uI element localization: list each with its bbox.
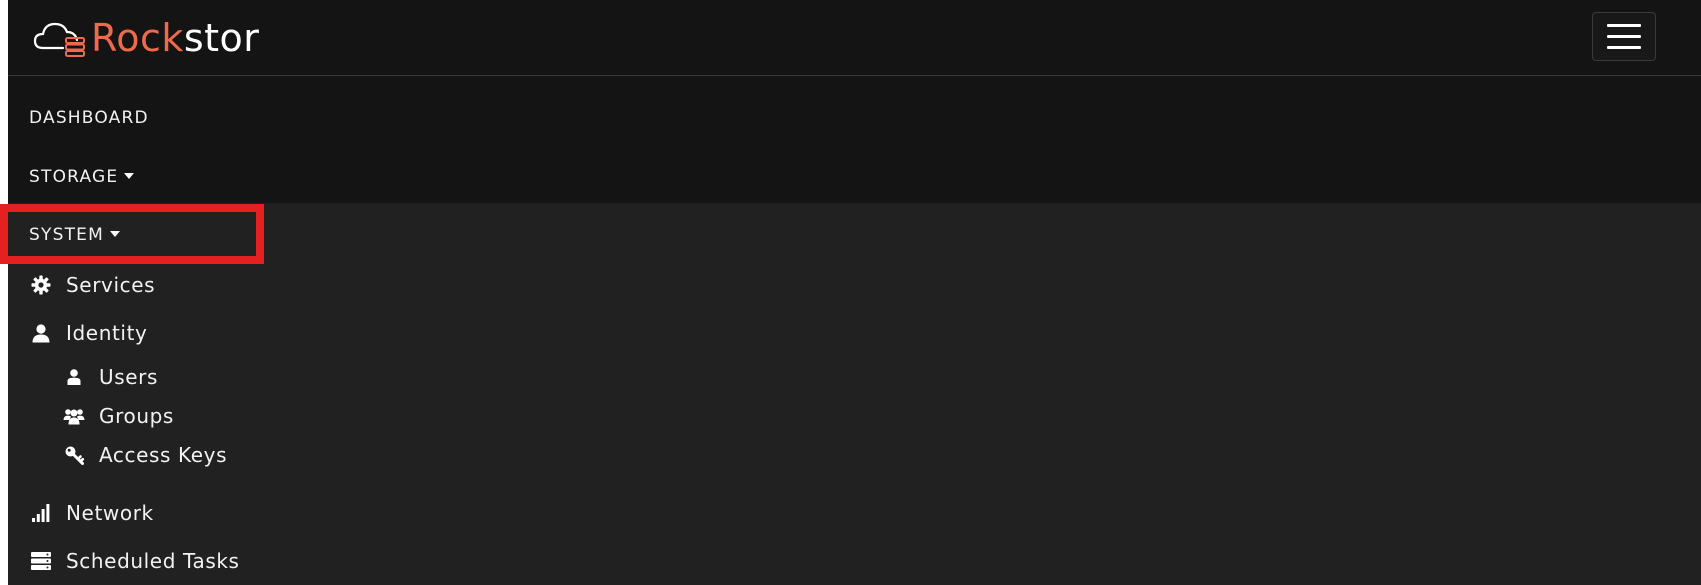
menu-item-network[interactable]: Network bbox=[30, 501, 154, 525]
menu-item-network-label: Network bbox=[66, 501, 154, 525]
brand-name-part2: stor bbox=[183, 16, 260, 60]
top-navbar: Rockstor bbox=[8, 0, 1701, 76]
hamburger-menu-icon bbox=[1607, 35, 1641, 38]
menu-item-access-keys[interactable]: Access Keys bbox=[63, 443, 227, 467]
nav-dashboard-link[interactable]: DASHBOARD bbox=[29, 108, 149, 128]
nav-system-dropdown-toggle[interactable]: SYSTEM bbox=[29, 225, 120, 245]
menu-item-identity-label: Identity bbox=[66, 321, 148, 345]
brand-logo-link[interactable]: Rockstor bbox=[33, 18, 259, 58]
user-icon bbox=[30, 322, 52, 344]
signal-bars-icon bbox=[30, 502, 52, 524]
app-frame: Rockstor DASHBOARD STORAGE SYSTEM Servic… bbox=[0, 0, 1701, 585]
menu-item-groups-label: Groups bbox=[99, 404, 174, 428]
navbar-toggle-button[interactable] bbox=[1592, 12, 1656, 61]
brand-name: Rockstor bbox=[91, 19, 259, 57]
caret-down-icon bbox=[109, 230, 120, 237]
cloud-server-logo-icon bbox=[33, 22, 85, 57]
menu-item-services[interactable]: Services bbox=[30, 273, 155, 297]
caret-down-icon bbox=[124, 172, 135, 179]
key-icon bbox=[63, 444, 85, 466]
brand-name-part1: Rock bbox=[91, 16, 184, 60]
user-icon bbox=[63, 366, 85, 388]
menu-item-users-label: Users bbox=[99, 365, 159, 389]
nav-dashboard-label: DASHBOARD bbox=[29, 108, 149, 128]
hamburger-menu-icon bbox=[1607, 24, 1641, 27]
server-tasks-icon bbox=[30, 550, 52, 572]
menu-item-users[interactable]: Users bbox=[63, 365, 158, 389]
nav-storage-dropdown-toggle[interactable]: STORAGE bbox=[29, 167, 135, 187]
menu-item-services-label: Services bbox=[66, 273, 156, 297]
menu-item-identity[interactable]: Identity bbox=[30, 321, 147, 345]
gear-icon bbox=[30, 274, 52, 296]
menu-item-scheduled-tasks-label: Scheduled Tasks bbox=[66, 549, 240, 573]
hamburger-menu-icon bbox=[1607, 46, 1641, 49]
users-group-icon bbox=[63, 405, 85, 427]
menu-item-scheduled-tasks[interactable]: Scheduled Tasks bbox=[30, 549, 240, 573]
nav-system-label: SYSTEM bbox=[29, 225, 104, 245]
nav-storage-label: STORAGE bbox=[29, 167, 119, 187]
menu-item-access-keys-label: Access Keys bbox=[99, 443, 228, 467]
menu-item-groups[interactable]: Groups bbox=[63, 404, 174, 428]
